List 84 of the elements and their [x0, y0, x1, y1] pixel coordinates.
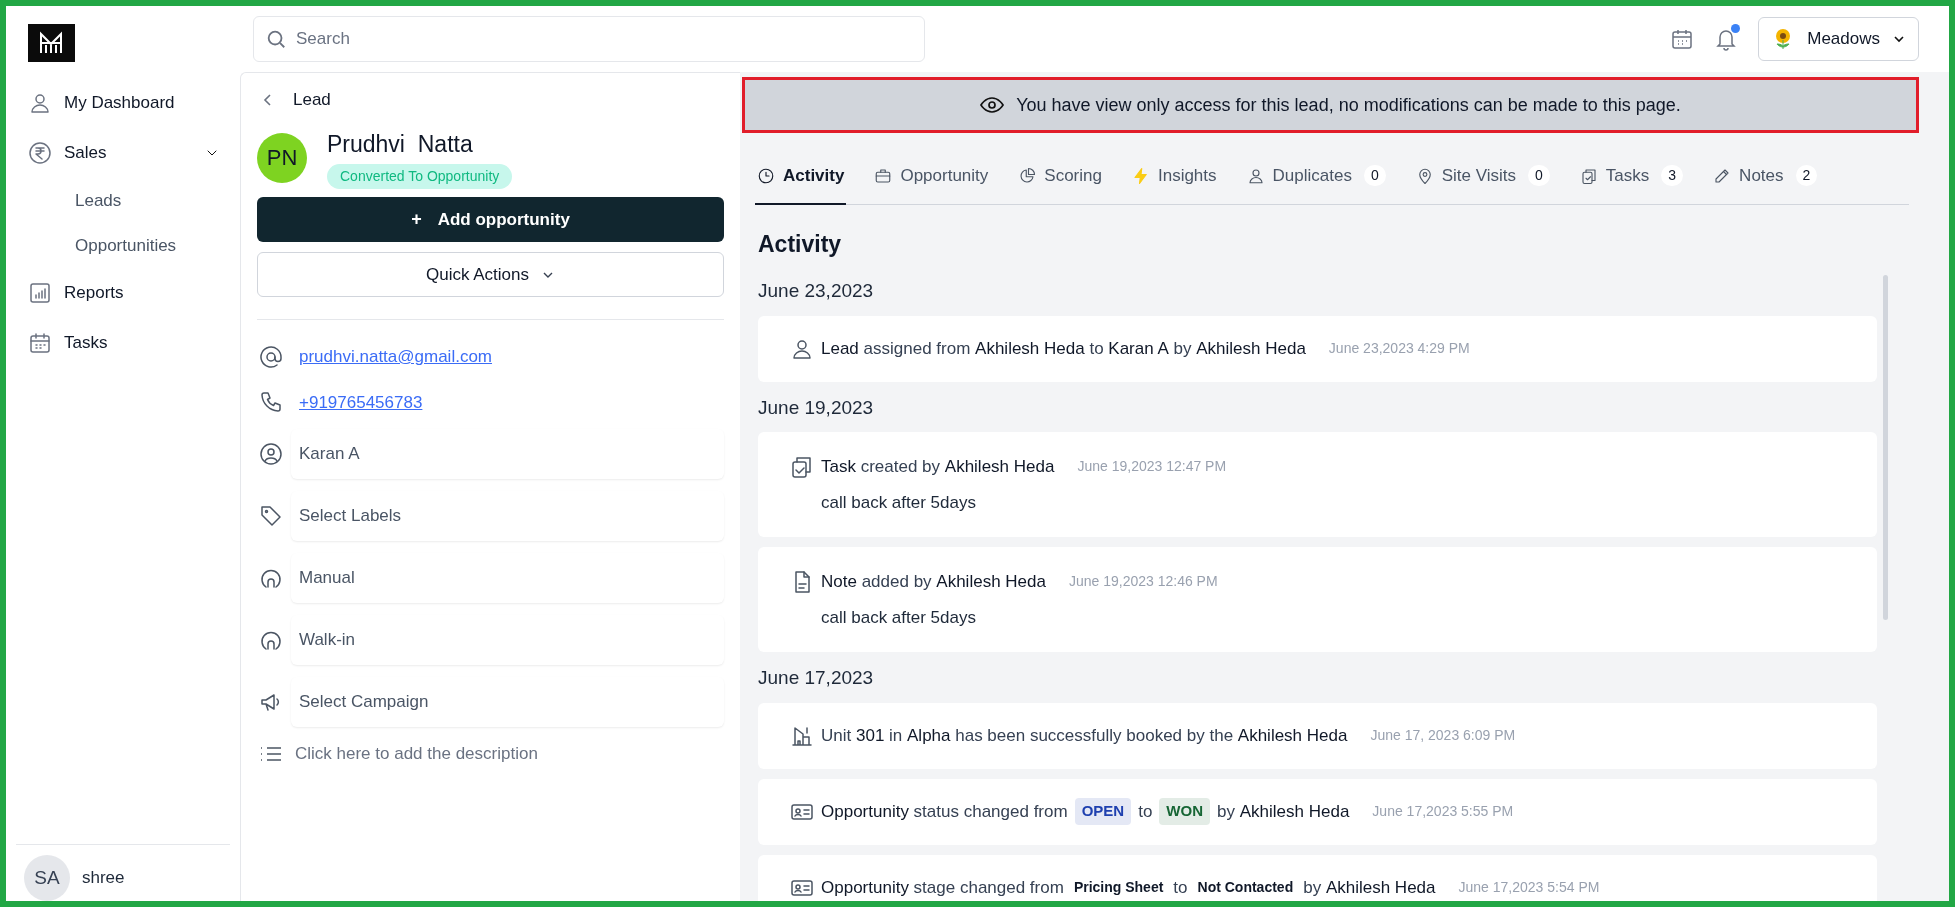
tab[interactable]: Scoring [1016, 163, 1104, 205]
tab[interactable]: Activity [755, 163, 847, 205]
campaign-field[interactable]: Select Campaign [291, 677, 724, 727]
scrollbar-thumb[interactable] [1883, 274, 1888, 620]
date-heading: June 19,2023 [758, 395, 875, 420]
add-opportunity-button[interactable]: + Add opportunity [257, 197, 724, 242]
phone-icon [259, 390, 283, 415]
timestamp: June 17,2023 5:54 PM [1458, 878, 1600, 897]
source-field[interactable]: Walk-in [291, 615, 724, 665]
workspace-dropdown[interactable]: Meadows [1758, 17, 1919, 61]
rupee-icon [28, 141, 52, 165]
activity-text: Task created by Akhilesh Heda [821, 456, 1055, 478]
user-name: shree [82, 867, 125, 890]
back-icon[interactable] [263, 92, 273, 107]
sidebar-subitem[interactable]: Leads [6, 178, 240, 223]
logo-icon [28, 24, 75, 62]
clipboard-check-icon [790, 454, 814, 479]
activity-text: Opportunity status changed from [821, 800, 1068, 823]
activity-text: by Akhilesh Heda [1217, 800, 1350, 823]
calendar-icon [28, 331, 52, 355]
date-heading: June 23,2023 [758, 279, 875, 303]
person-icon [1246, 166, 1265, 185]
tab[interactable]: Opportunity [872, 163, 991, 205]
pie-chart-icon [1018, 166, 1037, 185]
section-title: Activity [758, 229, 843, 259]
tab[interactable]: Insights [1129, 163, 1219, 205]
note-text: call back after 5days [820, 606, 977, 629]
count-badge: 2 [1795, 165, 1818, 187]
activity-text: Lead assigned from Akhilesh Heda to Karan A by Akhilesh Heda [821, 337, 1306, 360]
source-field[interactable]: Manual [291, 553, 724, 603]
stage-name: Not Contacted [1196, 878, 1295, 897]
page-title: Lead [293, 89, 331, 111]
tab[interactable]: Notes 2 [1711, 163, 1820, 205]
activity-text: Note added by Akhilesh Heda [821, 571, 1046, 593]
calendar-icon[interactable] [1670, 27, 1695, 51]
status-badge: Converted To Opportunity [327, 164, 513, 189]
timestamp: June 17,2023 5:55 PM [1372, 802, 1514, 821]
tab[interactable]: Site Visits 0 [1413, 163, 1552, 205]
clipboard-icon [1579, 166, 1598, 185]
lead-name: Prudhvi Natta [327, 129, 474, 159]
eye-icon [980, 96, 1005, 114]
clock-icon [757, 166, 775, 185]
activity-text: Opportunity stage changed from [821, 876, 1064, 899]
count-badge: 0 [1528, 165, 1550, 187]
sidebar-item[interactable]: My Dashboard [6, 78, 240, 128]
timestamp: June 17, 2023 6:09 PM [1370, 726, 1516, 745]
stage-name: Pricing Sheet [1072, 878, 1165, 897]
status-badge: WON [1159, 798, 1211, 825]
email-link[interactable]: prudhvi.natta@gmail.com [299, 344, 492, 370]
sidebar-item[interactable]: Sales [6, 128, 240, 178]
user-avatar[interactable]: SA [24, 855, 70, 901]
search-field[interactable]: Search [253, 16, 925, 62]
lead-avatar: PN [257, 132, 307, 183]
user-circle-icon [259, 442, 283, 466]
tab[interactable]: Tasks 3 [1577, 163, 1686, 205]
timestamp: June 23,2023 4:29 PM [1328, 339, 1470, 358]
activity-text: to [1173, 876, 1188, 899]
briefcase-icon [874, 166, 893, 185]
activity-text: to [1138, 800, 1153, 823]
phone-link[interactable]: +919765456783 [299, 389, 423, 415]
count-badge: 0 [1363, 165, 1386, 187]
bar-chart-icon [28, 281, 52, 305]
activity-text: Unit 301 in Alpha has been successfully booked by the Akhilesh Heda [821, 724, 1348, 747]
activity-text: by Akhilesh Heda [1303, 876, 1436, 899]
at-sign-icon [259, 344, 283, 369]
person-icon [28, 91, 52, 115]
tag-icon [259, 504, 283, 528]
timestamp: June 19,2023 12:47 PM [1077, 457, 1227, 477]
labels-field[interactable]: Select Labels [291, 491, 724, 541]
date-heading: June 17,2023 [758, 666, 875, 690]
quick-actions-button[interactable]: Quick Actions [257, 252, 724, 297]
view-only-banner: You have view only access for this lead, no modifications can be made to this page. [742, 77, 1919, 133]
count-badge: 3 [1661, 165, 1684, 187]
sidebar-item[interactable]: Tasks [6, 318, 240, 368]
status-badge: OPEN [1074, 798, 1132, 825]
search-icon [265, 28, 287, 50]
lightning-icon [1131, 166, 1150, 185]
tab[interactable]: Duplicates 0 [1244, 163, 1388, 205]
note-text: call back after 5days [820, 491, 977, 514]
sidebar-subitem[interactable]: Opportunities [6, 223, 240, 268]
description-field[interactable]: Click here to add the description [295, 741, 538, 767]
sidebar-item[interactable]: Reports [6, 268, 240, 318]
owner-field[interactable]: Karan A [291, 429, 724, 479]
timestamp: June 19,2023 12:46 PM [1068, 572, 1218, 592]
